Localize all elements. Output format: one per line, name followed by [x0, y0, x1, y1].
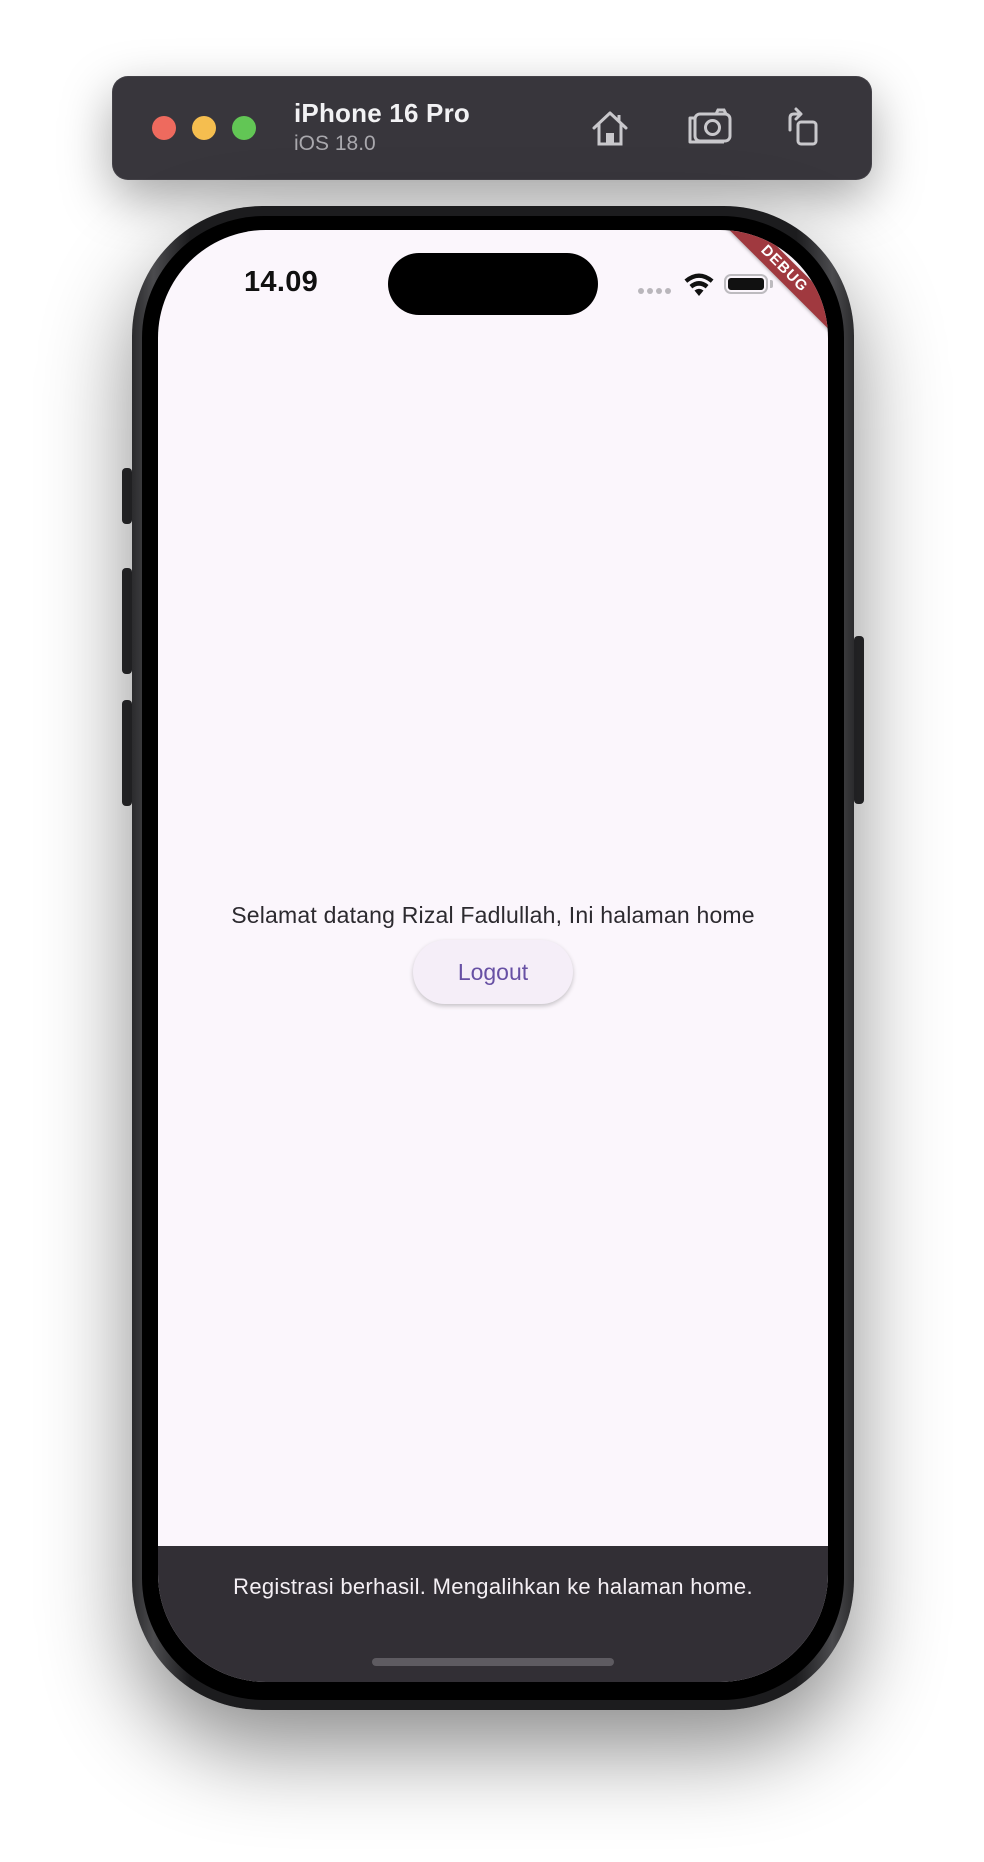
battery-icon [724, 274, 768, 294]
phone-screen: 14.09 DEBUG Selamat datang Rizal Fadlull… [158, 230, 828, 1682]
minimize-window-button[interactable] [192, 116, 216, 140]
action-button [122, 468, 132, 524]
welcome-text: Selamat datang Rizal Fadlullah, Ini hala… [231, 902, 755, 928]
logout-button[interactable]: Logout [413, 940, 573, 1004]
battery-tip [770, 280, 773, 288]
rotate-icon[interactable] [778, 104, 826, 152]
close-window-button[interactable] [152, 116, 176, 140]
simulator-toolbar: iPhone 16 Pro iOS 18.0 [112, 76, 872, 180]
snackbar: Registrasi berhasil. Mengalihkan ke hala… [158, 1546, 828, 1682]
wifi-icon [684, 273, 714, 296]
device-name: iPhone 16 Pro [294, 98, 470, 128]
dynamic-island [388, 253, 598, 315]
simulator-window: iPhone 16 Pro iOS 18.0 14.09 DEBUG Selam… [0, 0, 984, 1862]
screenshot-icon[interactable] [686, 104, 734, 152]
device-os-version: iOS 18.0 [294, 132, 376, 155]
volume-up-button [122, 568, 132, 674]
snackbar-message: Registrasi berhasil. Mengalihkan ke hala… [233, 1574, 753, 1599]
home-indicator[interactable] [372, 1658, 614, 1666]
status-time: 14.09 [244, 266, 319, 298]
home-icon[interactable] [586, 104, 634, 152]
cellular-signal-icon [638, 288, 671, 294]
volume-down-button [122, 700, 132, 806]
zoom-window-button[interactable] [232, 116, 256, 140]
power-button [854, 636, 864, 804]
